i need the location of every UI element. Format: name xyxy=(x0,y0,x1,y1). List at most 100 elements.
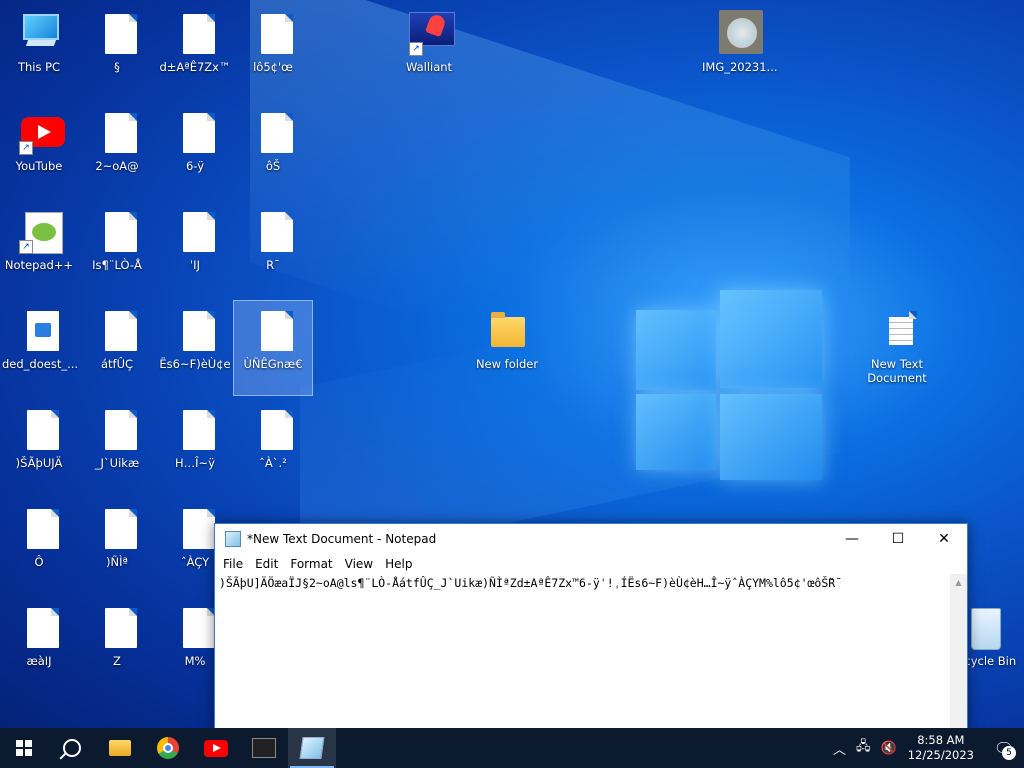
desktop-file[interactable]: lô5¢'œ xyxy=(234,4,312,98)
document-icon xyxy=(97,307,137,353)
icon-label: § xyxy=(114,60,120,74)
notepad-icon xyxy=(225,531,241,547)
recycle-bin-icon xyxy=(963,604,1003,650)
document-icon xyxy=(97,505,137,551)
image-file-icon xyxy=(19,307,59,353)
icon-label: New Text Document xyxy=(867,357,927,385)
document-icon xyxy=(19,406,59,452)
vertical-scrollbar[interactable] xyxy=(950,574,967,734)
icon-label: 2~oA@ xyxy=(95,159,139,173)
menu-help[interactable]: Help xyxy=(379,557,418,571)
taskbar-youtube[interactable] xyxy=(192,728,240,768)
desktop-file[interactable]: ôŠ xyxy=(234,103,312,197)
desktop-file[interactable]: 2~oA@ xyxy=(78,103,156,197)
youtube-shortcut[interactable]: ↗ YouTube xyxy=(0,103,78,197)
document-icon xyxy=(253,10,293,56)
shortcut-arrow-icon: ↗ xyxy=(409,42,423,56)
clock-time: 8:58 AM xyxy=(917,733,965,747)
desktop-file[interactable]: § xyxy=(78,4,156,98)
taskbar-cmd[interactable] xyxy=(240,728,288,768)
icon-label: átfÛÇ xyxy=(100,357,134,371)
maximize-button[interactable]: ☐ xyxy=(875,524,921,554)
icon-label: æàIJ xyxy=(26,654,52,668)
document-icon xyxy=(97,406,137,452)
desktop-file[interactable]: d±AªÊ7Zx™ xyxy=(156,4,234,98)
walliant-shortcut[interactable]: ↗ Walliant xyxy=(390,4,468,98)
chevron-up-icon[interactable]: ︿ xyxy=(828,739,851,758)
document-icon xyxy=(175,604,215,650)
icon-label: ôŠ xyxy=(265,159,281,173)
title-bar[interactable]: *New Text Document - Notepad — ☐ ✕ xyxy=(215,524,967,554)
desktop-file[interactable]: R¯ xyxy=(234,202,312,296)
menu-file[interactable]: File xyxy=(217,557,249,571)
network-icon[interactable]: 🖧 xyxy=(851,737,876,759)
windows-logo-wallpaper xyxy=(636,290,824,480)
image-file[interactable]: ded_doest_... xyxy=(0,301,78,395)
desktop-file[interactable]: æàIJ xyxy=(0,598,78,692)
notepad-window[interactable]: *New Text Document - Notepad — ☐ ✕ File … xyxy=(214,523,968,735)
command-prompt-icon xyxy=(252,738,276,758)
menu-format[interactable]: Format xyxy=(284,557,338,571)
desktop-file[interactable]: Z xyxy=(78,598,156,692)
desktop-file[interactable]: ˈIJ xyxy=(156,202,234,296)
document-icon xyxy=(175,406,215,452)
search-button[interactable] xyxy=(48,728,96,768)
shortcut-arrow-icon: ↗ xyxy=(19,141,33,155)
this-pc-icon[interactable]: This PC xyxy=(0,4,78,98)
desktop-file[interactable]: H…Î~ÿ xyxy=(156,400,234,494)
icon-label: ˈIJ xyxy=(190,258,200,272)
document-icon xyxy=(175,10,215,56)
desktop-file[interactable]: )ÑÌª xyxy=(78,499,156,593)
text-editor-area[interactable]: )ŠÃþU]ÄÖæaÏJ§2~oA@ls¶¨LÒ-ÅátfÛÇ_J`Uikæ)Ñ… xyxy=(215,574,950,734)
volume-muted-icon[interactable]: 🔇 xyxy=(876,741,902,756)
icon-label: Z xyxy=(113,654,121,668)
document-icon xyxy=(253,109,293,155)
icon-label: )ÑÌª xyxy=(106,555,128,569)
youtube-icon: ↗ xyxy=(19,109,65,155)
icon-label: d±AªÊ7Zx™ xyxy=(159,60,231,74)
notification-center-button[interactable]: 🗨 5 xyxy=(984,728,1024,768)
menu-view[interactable]: View xyxy=(339,557,379,571)
taskbar-notepad[interactable] xyxy=(288,728,336,768)
taskbar-chrome[interactable] xyxy=(144,728,192,768)
icon-label: Ô xyxy=(34,555,44,569)
document-icon xyxy=(175,307,215,353)
taskbar-file-explorer[interactable] xyxy=(96,728,144,768)
icon-label: lô5¢'œ xyxy=(253,60,293,74)
icon-label: ˆÀ`.² xyxy=(259,456,287,470)
document-icon xyxy=(175,109,215,155)
icon-label: This PC xyxy=(17,60,61,74)
notepadpp-icon: ↗ xyxy=(19,208,63,254)
icon-label: _J`Uikæ xyxy=(94,456,140,470)
file-explorer-icon xyxy=(109,740,131,756)
close-button[interactable]: ✕ xyxy=(921,524,967,554)
desktop-file[interactable]: Ô xyxy=(0,499,78,593)
desktop-file[interactable]: _J`Uikæ xyxy=(78,400,156,494)
document-icon xyxy=(97,10,137,56)
desktop-file[interactable]: )ŠÃþUJÄ xyxy=(0,400,78,494)
icon-label: YouTube xyxy=(15,159,63,173)
document-icon xyxy=(175,505,215,551)
new-folder[interactable]: New folder xyxy=(468,301,546,395)
clock[interactable]: 8:58 AM 12/25/2023 xyxy=(902,733,984,763)
image-file[interactable]: IMG_20231... xyxy=(700,4,778,98)
notepadpp-shortcut[interactable]: ↗ Notepad++ xyxy=(0,202,78,296)
new-text-document[interactable]: New Text Document xyxy=(858,301,936,395)
desktop-file[interactable]: ˆÀ`.² xyxy=(234,400,312,494)
desktop-file[interactable]: Is¶¨LÒ-Å xyxy=(78,202,156,296)
folder-icon xyxy=(487,307,527,353)
start-button[interactable] xyxy=(0,728,48,768)
desktop-file[interactable]: Ës6~F)èÙ¢e xyxy=(156,301,234,395)
icon-label: )ŠÃþUJÄ xyxy=(15,456,63,470)
window-title: *New Text Document - Notepad xyxy=(247,532,437,546)
minimize-button[interactable]: — xyxy=(829,524,875,554)
desktop-file-selected[interactable]: ÙÑÊGnæ€ xyxy=(233,300,313,396)
document-icon xyxy=(253,406,293,452)
desktop-file[interactable]: átfÛÇ xyxy=(78,301,156,395)
desktop-file[interactable]: 6-ÿ xyxy=(156,103,234,197)
document-icon xyxy=(97,604,137,650)
document-icon xyxy=(19,505,59,551)
icon-label: 6-ÿ xyxy=(185,159,205,173)
document-icon xyxy=(253,307,293,353)
menu-edit[interactable]: Edit xyxy=(249,557,284,571)
